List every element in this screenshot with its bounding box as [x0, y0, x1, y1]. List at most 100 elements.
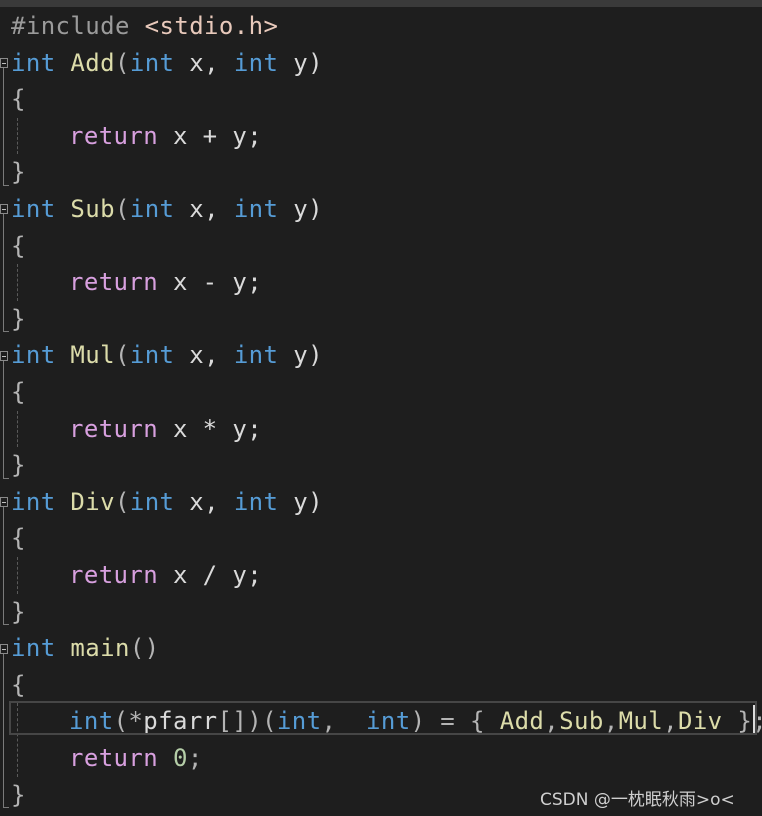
code-token: x, [174, 48, 234, 77]
code-token: Mul [70, 341, 115, 370]
code-token: ; [187, 744, 203, 772]
code-line-text: int Add(int x, int y) [11, 45, 323, 81]
fold-toggle-icon[interactable] [0, 643, 8, 654]
code-line[interactable]: return x * y; [0, 411, 762, 447]
code-editor[interactable]: #include <stdio.h> int Add(int x, int y){… [0, 7, 762, 816]
indent-guide [17, 557, 18, 594]
watermark: CSDN @一枕眠秋雨>o< [540, 790, 735, 810]
code-line[interactable]: { [0, 81, 762, 117]
code-line-text: #include <stdio.h> [11, 8, 278, 44]
code-token: int [129, 487, 175, 516]
code-line[interactable]: { [0, 374, 762, 410]
code-line[interactable]: int Add(int x, int y) [0, 45, 762, 81]
code-token: int [11, 487, 56, 516]
code-token: return [69, 414, 159, 443]
fold-range-line [3, 653, 4, 808]
code-line-text: return 0; [11, 740, 203, 776]
fold-toggle-icon[interactable] [0, 57, 8, 68]
fold-end-marker [3, 477, 9, 479]
code-token: } [11, 780, 26, 809]
code-line[interactable]: } [0, 447, 762, 483]
fold-toggle-icon[interactable] [0, 350, 8, 361]
code-token: { [11, 231, 26, 260]
code-line-text: } [11, 594, 26, 630]
code-line[interactable]: { [0, 520, 762, 556]
fold-end-marker [3, 807, 9, 809]
code-token: int [11, 634, 56, 663]
code-token: int [233, 195, 279, 223]
code-token: int [129, 341, 175, 370]
code-token: { [11, 85, 26, 114]
code-token: x, [174, 195, 234, 223]
code-token: Add [70, 48, 115, 77]
code-line-text: return x * y; [11, 411, 262, 447]
fold-toggle-icon[interactable] [0, 204, 8, 215]
code-token: int [129, 195, 175, 223]
code-line[interactable]: int Mul(int x, int y) [0, 337, 762, 373]
code-line[interactable]: int Sub(int x, int y) [0, 191, 762, 227]
code-line-text: { [11, 228, 26, 264]
indent-guide [17, 264, 18, 301]
code-line[interactable]: #include <stdio.h> [0, 8, 762, 44]
code-token: return [69, 121, 159, 150]
code-line-text: } [11, 777, 26, 813]
code-line[interactable]: } [0, 154, 762, 190]
code-line[interactable]: { [0, 228, 762, 264]
fold-toggle-icon[interactable] [0, 497, 8, 508]
code-line-text: int Sub(int x, int y) [11, 191, 323, 227]
code-token: x, [174, 341, 234, 370]
code-token: x + y; [158, 121, 263, 150]
code-line[interactable]: return x + y; [0, 118, 762, 154]
code-line-text: } [11, 447, 26, 483]
fold-range-line [3, 214, 4, 332]
code-token: x - y; [158, 268, 263, 297]
code-line[interactable]: { [0, 667, 762, 703]
code-token: } [11, 597, 26, 626]
code-token: int [129, 48, 175, 77]
code-line[interactable]: int main() [0, 630, 762, 666]
code-token: int [233, 341, 279, 370]
code-line[interactable]: return x / y; [0, 557, 762, 593]
fold-range-line [3, 507, 4, 625]
code-line-text: return x / y; [11, 557, 262, 593]
indent-guide [17, 117, 18, 155]
code-token: ( [114, 48, 130, 77]
fold-end-marker [3, 331, 9, 333]
code-token: int [11, 48, 56, 77]
code-token: int [233, 48, 279, 77]
fold-end-marker [3, 624, 9, 626]
code-line[interactable]: } [0, 301, 762, 337]
code-token: Div [70, 487, 115, 516]
code-line[interactable]: return x - y; [0, 264, 762, 300]
code-token: 0 [172, 744, 188, 772]
code-token: <stdio.h> [144, 12, 279, 40]
code-token: y) [278, 195, 323, 223]
code-token: y) [278, 487, 323, 516]
code-line-text: { [11, 520, 26, 556]
code-line-text: { [11, 374, 26, 410]
code-token: y) [278, 48, 323, 77]
fold-range-line [3, 360, 4, 478]
code-token: ( [114, 487, 130, 516]
code-token: int [11, 341, 56, 370]
code-line-text: int main() [11, 630, 160, 666]
code-line-text: } [11, 301, 26, 337]
code-line[interactable]: } [0, 594, 762, 630]
code-line-text: { [11, 667, 26, 703]
text-caret [753, 705, 755, 733]
code-line-text: { [11, 81, 26, 117]
code-token: int [233, 487, 279, 516]
code-line[interactable]: int Div(int x, int y) [0, 484, 762, 520]
code-token: { [11, 670, 26, 699]
code-token: { [11, 378, 26, 406]
code-line-text: return x + y; [11, 118, 262, 154]
code-token: y) [278, 341, 323, 370]
code-line-text: } [11, 154, 26, 190]
code-token: } [11, 158, 26, 187]
code-line[interactable]: return 0; [0, 740, 762, 776]
